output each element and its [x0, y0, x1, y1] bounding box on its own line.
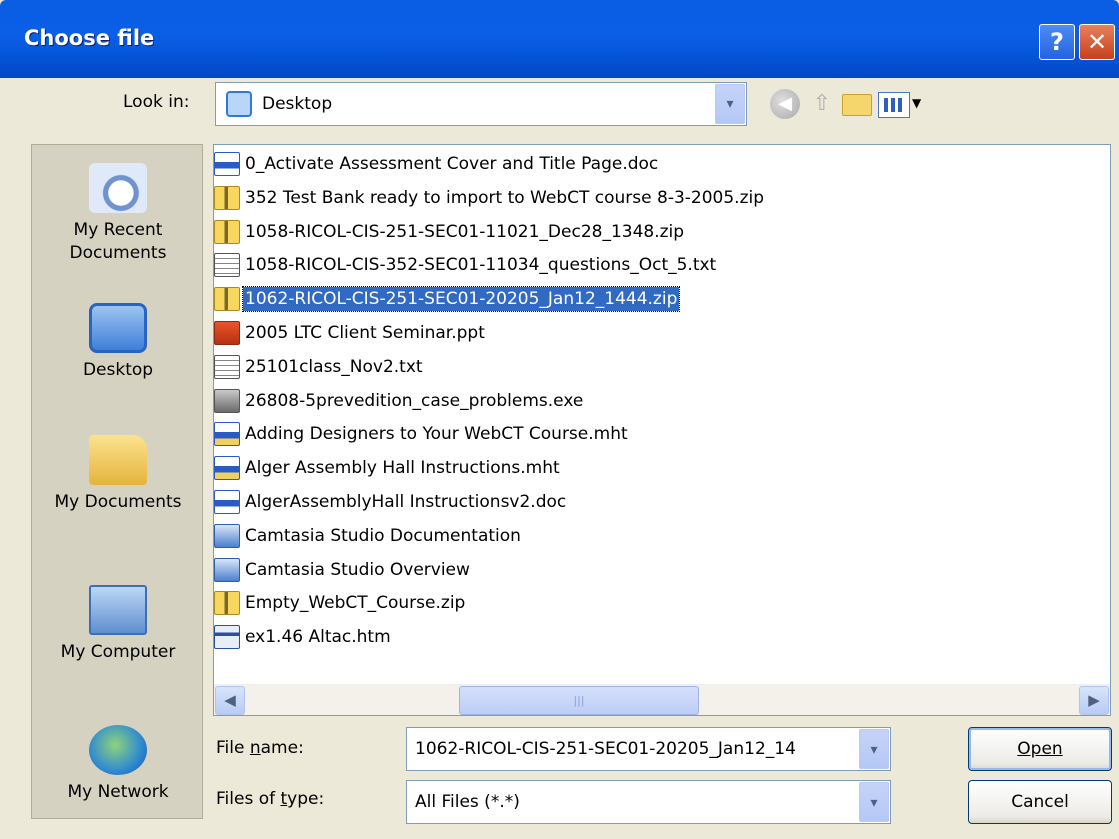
chevron-down-icon[interactable]: ▾: [859, 729, 889, 769]
my-documents-icon: [89, 435, 147, 485]
place-my-recent-documents[interactable]: My Recent Documents: [32, 163, 204, 265]
file-name-field[interactable]: 1062-RICOL-CIS-251-SEC01-20205_Jan12_14 …: [406, 727, 891, 771]
doc-file-icon: [214, 490, 240, 514]
zip-file-icon: [214, 591, 240, 616]
file-name: Empty_WebCT_Course.zip: [245, 593, 466, 614]
horizontal-scrollbar[interactable]: ◀ ||| ▶: [214, 684, 1110, 715]
file-item[interactable]: AlgerAssemblyHall Instructionsv2.doc: [214, 489, 568, 519]
file-name: 352 Test Bank ready to import to WebCT c…: [245, 187, 765, 208]
open-label: Open: [1017, 739, 1063, 759]
file-item[interactable]: 25101class_Nov2.txt: [214, 354, 425, 384]
views-menu-icon[interactable]: [878, 92, 910, 118]
chevron-down-icon[interactable]: ▾: [859, 782, 889, 822]
places-bar: My Recent Documents Desktop My Documents…: [31, 144, 203, 819]
file-type-label: Files of type:: [216, 789, 325, 809]
file-name: 1058-RICOL-CIS-352-SEC01-11034_questions…: [245, 255, 717, 276]
views-dropdown-arrow-icon[interactable]: ▼: [912, 96, 921, 110]
link-file-icon: [214, 557, 240, 582]
place-label: My Network: [67, 782, 169, 802]
file-name: Camtasia Studio Documentation: [245, 525, 521, 546]
new-folder-icon[interactable]: [842, 94, 872, 116]
file-item[interactable]: Adding Designers to Your WebCT Course.mh…: [214, 421, 630, 451]
place-label: My Documents: [54, 492, 182, 512]
file-item[interactable]: 26808-5prevedition_case_problems.exe: [214, 388, 585, 418]
txt-file-icon: [214, 354, 240, 379]
look-in-label: Look in:: [123, 92, 190, 112]
title-bar[interactable]: Choose file ? ✕: [0, 0, 1119, 78]
place-desktop[interactable]: Desktop: [32, 303, 204, 382]
zip-file-icon: [214, 287, 240, 312]
up-folder-icon[interactable]: ⇧: [807, 89, 837, 119]
chevron-down-icon[interactable]: ▾: [715, 84, 745, 124]
htm-file-icon: [214, 625, 240, 650]
my-computer-icon: [89, 585, 147, 635]
file-name: 25101class_Nov2.txt: [245, 356, 423, 377]
ppt-file-icon: [214, 321, 240, 345]
file-type-dropdown[interactable]: All Files (*.*) ▾: [406, 780, 891, 824]
look-in-value: Desktop: [262, 94, 333, 114]
file-name: 1062-RICOL-CIS-251-SEC01-20205_Jan12_144…: [241, 286, 681, 313]
place-label: My Computer: [60, 642, 176, 662]
file-name-value: 1062-RICOL-CIS-251-SEC01-20205_Jan12_14: [415, 739, 796, 759]
file-name: AlgerAssemblyHall Instructionsv2.doc: [245, 492, 567, 512]
scroll-left-icon[interactable]: ◀: [215, 686, 245, 715]
desktop-icon: [89, 303, 147, 353]
recent-documents-icon: [89, 163, 147, 213]
file-name: 1058-RICOL-CIS-251-SEC01-11021_Dec28_134…: [245, 221, 685, 242]
mht-file-icon: [214, 456, 240, 481]
place-my-documents[interactable]: My Documents: [32, 435, 204, 514]
look-in-dropdown[interactable]: Desktop ▾: [215, 82, 747, 126]
file-name-label: File name:: [216, 738, 304, 758]
file-name: 2005 LTC Client Seminar.ppt: [245, 323, 485, 343]
cancel-button[interactable]: Cancel: [968, 780, 1112, 824]
file-item[interactable]: ex1.46 Altac.htm: [214, 624, 393, 654]
file-name: ex1.46 Altac.htm: [245, 627, 391, 648]
txt-file-icon: [214, 253, 240, 278]
exe-file-icon: [214, 388, 240, 413]
link-file-icon: [214, 523, 240, 548]
back-icon[interactable]: ◀: [770, 89, 800, 119]
place-my-network[interactable]: My Network: [32, 725, 204, 804]
file-item[interactable]: Camtasia Studio Overview: [214, 557, 472, 587]
file-item[interactable]: 1058-RICOL-CIS-352-SEC01-11034_questions…: [214, 252, 718, 282]
file-item[interactable]: 1058-RICOL-CIS-251-SEC01-11021_Dec28_134…: [214, 219, 686, 249]
file-item[interactable]: Empty_WebCT_Course.zip: [214, 590, 467, 620]
file-list[interactable]: 0_Activate Assessment Cover and Title Pa…: [213, 144, 1111, 716]
place-label: Desktop: [82, 360, 154, 380]
doc-file-icon: [214, 152, 240, 176]
scroll-thumb[interactable]: |||: [459, 686, 699, 715]
file-item[interactable]: 1062-RICOL-CIS-251-SEC01-20205_Jan12_144…: [214, 286, 681, 316]
file-item[interactable]: 352 Test Bank ready to import to WebCT c…: [214, 185, 766, 215]
file-name: 26808-5prevedition_case_problems.exe: [245, 390, 584, 411]
file-item[interactable]: 0_Activate Assessment Cover and Title Pa…: [214, 151, 660, 181]
file-item[interactable]: Camtasia Studio Documentation: [214, 523, 523, 553]
file-type-value: All Files (*.*): [415, 792, 520, 812]
file-name: 0_Activate Assessment Cover and Title Pa…: [245, 154, 659, 174]
file-name: Adding Designers to Your WebCT Course.mh…: [245, 424, 628, 445]
file-item[interactable]: Alger Assembly Hall Instructions.mht: [214, 455, 562, 485]
place-my-computer[interactable]: My Computer: [32, 585, 204, 664]
zip-file-icon: [214, 219, 240, 244]
my-network-icon: [89, 725, 147, 775]
desktop-icon: [226, 91, 252, 117]
place-label: My Recent Documents: [69, 220, 167, 263]
open-button[interactable]: Open: [968, 727, 1112, 771]
mht-file-icon: [214, 422, 240, 447]
file-name: Alger Assembly Hall Instructions.mht: [245, 458, 560, 479]
close-button[interactable]: ✕: [1079, 24, 1115, 60]
help-button[interactable]: ?: [1039, 24, 1075, 60]
scroll-right-icon[interactable]: ▶: [1079, 686, 1109, 715]
file-item[interactable]: 2005 LTC Client Seminar.ppt: [214, 320, 487, 350]
zip-file-icon: [214, 185, 240, 210]
dialog-title: Choose file: [24, 26, 155, 50]
file-name: Camtasia Studio Overview: [245, 559, 470, 580]
